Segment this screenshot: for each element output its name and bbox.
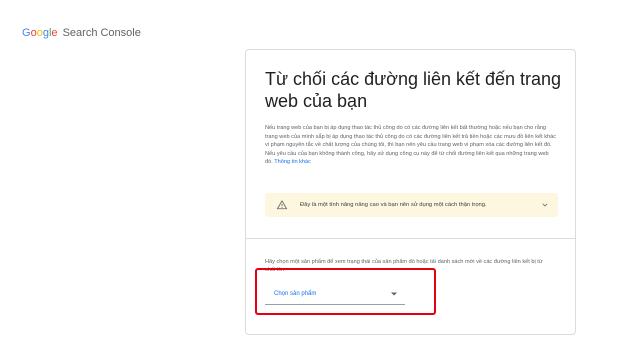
warning-text: Đây là một tính năng nâng cao và bạn nên… [300,202,487,208]
logo-letter: e [51,27,58,39]
chevron-down-icon[interactable] [541,201,549,209]
google-search-console-logo[interactable]: Google Search Console [22,26,141,40]
section-divider [246,238,575,239]
description-text: Nếu trang web của bạn bị áp dụng thao tá… [265,124,557,167]
warning-icon [277,200,287,210]
page-title: Từ chối các đường liên kết đến trang web… [265,69,562,111]
product-name: Search Console [62,27,141,39]
more-info-link[interactable]: Thông tin khác [274,159,311,165]
warning-banner[interactable]: Đây là một tính năng nâng cao và bạn nên… [265,193,558,217]
red-highlight-box [255,268,436,315]
logo-letter: G [22,27,31,39]
